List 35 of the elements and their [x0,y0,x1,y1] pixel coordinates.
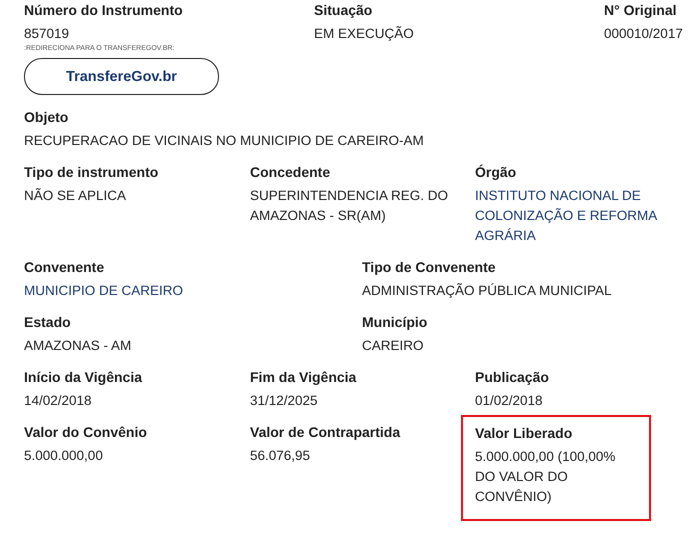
field-label: Situação [314,2,372,19]
field-label: Fim da Vigência [250,369,356,386]
field-value: AMAZONAS - AM [24,337,132,355]
field-value: RECUPERACAO DE VICINAIS NO MUNICIPIO DE CAREIRO-AM [24,132,424,150]
field-label: Tipo de Convenente [362,259,496,276]
field-label: Valor do Convênio [24,424,147,441]
field-link[interactable]: INSTITUTO NACIONAL DE COLONIZAÇÃO E REFORMA AGRÁRIA [475,186,692,246]
field-value: SUPERINTENDENCIA REG. DO AMAZONAS - SR(AM) [250,187,450,225]
field-label: Município [362,314,428,331]
field-value: 5.000.000,00 [24,447,103,465]
field-value: 5.000.000,00 (100,00% DO VALOR DO CONVÊNIO) [475,448,616,506]
field-value: 31/12/2025 [250,392,318,410]
field-value: 14/02/2018 [24,392,92,410]
field-label: Valor de Contrapartida [250,424,400,441]
transferegov-button[interactable]: TransfereGov.br [24,58,219,95]
field-value: 857019 [24,25,70,43]
field-label: Convenente [24,259,104,276]
field-label: Tipo de instrumento [24,164,158,181]
field-label: Concedente [250,164,330,181]
field-value: 01/02/2018 [475,392,543,410]
field-label: Objeto [24,109,68,126]
field-label: Início da Vigência [24,369,142,386]
field-label: N° Original [604,2,676,19]
field-label: Número do Instrumento [24,2,183,19]
field-value: ADMINISTRAÇÃO PÚBLICA MUNICIPAL [362,282,612,300]
field-label: Publicação [475,369,549,386]
field-label: Estado [24,314,71,331]
field-value: 56.076,95 [250,447,310,465]
field-label: Valor Liberado [475,425,572,442]
field-link[interactable]: MUNICIPIO DE CAREIRO [24,281,184,301]
field-label: Órgão [475,164,516,181]
field-value: NÃO SE APLICA [24,187,126,205]
field-value: EM EXECUÇÃO [314,25,414,43]
field-value: 000010/2017 [604,25,683,43]
field-value: CAREIRO [362,337,424,355]
